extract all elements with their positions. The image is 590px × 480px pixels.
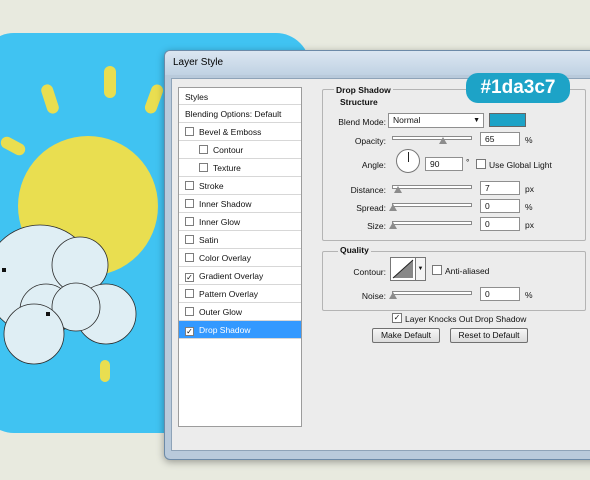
- style-item-inner-shadow[interactable]: Inner Shadow: [179, 195, 301, 213]
- distance-slider-track[interactable]: [392, 185, 472, 189]
- dialog-body: Styles Blending Options: Default Bevel &…: [171, 78, 590, 451]
- spread-slider-track[interactable]: [392, 203, 472, 207]
- angle-input[interactable]: 90: [425, 157, 463, 171]
- px-unit: px: [525, 220, 534, 230]
- blend-mode-label: Blend Mode:: [338, 117, 386, 127]
- angle-dial[interactable]: [396, 149, 420, 173]
- size-input[interactable]: 0: [480, 217, 520, 231]
- structure-title: Structure: [338, 97, 380, 107]
- opacity-slider-track[interactable]: [392, 136, 472, 140]
- section-title: Drop Shadow: [334, 85, 393, 95]
- contour-label: Contour:: [353, 267, 386, 277]
- global-light-label: Use Global Light: [489, 160, 552, 170]
- spread-label: Spread:: [356, 203, 386, 213]
- style-item-satin[interactable]: Satin: [179, 231, 301, 249]
- size-slider-track[interactable]: [392, 221, 472, 225]
- opacity-label: Opacity:: [354, 136, 386, 146]
- style-item-bevel-emboss[interactable]: Bevel & Emboss: [179, 123, 301, 141]
- checkbox[interactable]: [185, 253, 194, 262]
- checkbox[interactable]: [185, 235, 194, 244]
- degree-unit: °: [466, 157, 470, 167]
- chevron-down-icon[interactable]: ▼: [416, 257, 426, 281]
- window-title: Layer Style: [165, 51, 590, 75]
- global-light-checkbox[interactable]: [476, 159, 486, 169]
- styles-header[interactable]: Styles: [179, 88, 301, 105]
- spread-slider-thumb[interactable]: [389, 204, 397, 211]
- reset-default-button[interactable]: Reset to Default: [450, 328, 528, 343]
- blend-mode-select[interactable]: Normal ▼: [388, 113, 484, 128]
- anti-aliased-checkbox[interactable]: [432, 265, 442, 275]
- drop-shadow-panel: Drop Shadow Structure Blend Mode: Normal…: [314, 79, 590, 450]
- knockout-checkbox[interactable]: ✓: [392, 313, 402, 323]
- color-hex-badge: #1da3c7: [466, 73, 570, 103]
- checkbox[interactable]: [185, 217, 194, 226]
- noise-label: Noise:: [361, 291, 386, 301]
- style-item-contour[interactable]: Contour: [179, 141, 301, 159]
- distance-input[interactable]: 7: [480, 181, 520, 195]
- style-item-texture[interactable]: Texture: [179, 159, 301, 177]
- percent-unit: %: [525, 135, 533, 145]
- checkbox-checked[interactable]: ✓: [185, 273, 194, 282]
- noise-input[interactable]: 0: [480, 287, 520, 301]
- percent-unit: %: [525, 202, 533, 212]
- make-default-button[interactable]: Make Default: [372, 328, 440, 343]
- sun-ray: [104, 66, 116, 98]
- style-item-drop-shadow[interactable]: ✓ Drop Shadow: [179, 321, 301, 339]
- style-item-stroke[interactable]: Stroke: [179, 177, 301, 195]
- px-unit: px: [525, 184, 534, 194]
- layer-style-dialog: Layer Style Styles Blending Options: Def…: [164, 50, 590, 460]
- percent-unit: %: [525, 290, 533, 300]
- distance-slider-thumb[interactable]: [394, 186, 402, 193]
- checkbox[interactable]: [185, 181, 194, 190]
- style-item-pattern-overlay[interactable]: Pattern Overlay: [179, 285, 301, 303]
- chevron-down-icon: ▼: [473, 117, 480, 124]
- spread-input[interactable]: 0: [480, 199, 520, 213]
- checkbox[interactable]: [199, 163, 208, 172]
- distance-label: Distance:: [350, 185, 386, 195]
- contour-curve-icon: [392, 259, 414, 279]
- checkbox[interactable]: [199, 145, 208, 154]
- knockout-label: Layer Knocks Out Drop Shadow: [405, 314, 527, 324]
- anchor-point: [46, 312, 50, 316]
- checkbox[interactable]: [185, 127, 194, 136]
- opacity-slider-thumb[interactable]: [439, 137, 447, 144]
- shadow-color-swatch[interactable]: [489, 113, 526, 127]
- checkbox[interactable]: [185, 289, 194, 298]
- style-item-gradient-overlay[interactable]: ✓ Gradient Overlay: [179, 267, 301, 285]
- style-item-color-overlay[interactable]: Color Overlay: [179, 249, 301, 267]
- styles-list: Styles Blending Options: Default Bevel &…: [178, 87, 302, 427]
- anti-aliased-label: Anti-aliased: [445, 266, 490, 276]
- style-item-outer-glow[interactable]: Outer Glow: [179, 303, 301, 321]
- size-label: Size:: [367, 221, 386, 231]
- anchor-point: [2, 268, 6, 272]
- noise-slider-track[interactable]: [392, 291, 472, 295]
- blending-options-item[interactable]: Blending Options: Default: [179, 105, 301, 123]
- checkbox[interactable]: [185, 307, 194, 316]
- noise-slider-thumb[interactable]: [389, 292, 397, 299]
- checkbox[interactable]: [185, 199, 194, 208]
- checkbox-checked[interactable]: ✓: [185, 327, 194, 336]
- contour-picker[interactable]: [390, 257, 416, 281]
- size-slider-thumb[interactable]: [389, 222, 397, 229]
- opacity-input[interactable]: 65: [480, 132, 520, 146]
- cloud-shape[interactable]: [0, 210, 160, 380]
- angle-label: Angle:: [361, 160, 386, 170]
- style-item-inner-glow[interactable]: Inner Glow: [179, 213, 301, 231]
- quality-group: [322, 251, 586, 311]
- quality-title: Quality: [338, 245, 371, 255]
